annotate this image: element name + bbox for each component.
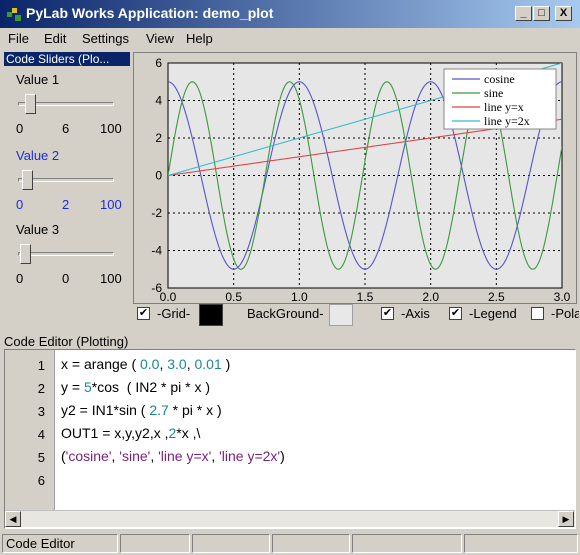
menu-help[interactable]: Help xyxy=(186,31,213,46)
maximize-button[interactable]: □ xyxy=(533,6,550,21)
horizontal-scrollbar[interactable]: ◀ ▶ xyxy=(5,510,575,527)
status-panel-6 xyxy=(464,534,578,553)
app-icon xyxy=(7,8,21,21)
code-token: ) xyxy=(221,356,231,372)
code-token: 0.01 xyxy=(194,356,222,372)
menu-file[interactable]: File xyxy=(8,31,29,46)
code-token: 5 xyxy=(83,379,92,395)
code-line[interactable]: y2 = IN1*sin ( 2.7 * pi * x ) xyxy=(61,402,222,418)
legend-entry: sine xyxy=(484,86,503,100)
code-line[interactable]: ('cosine', 'sine', 'line y=x', 'line y=2… xyxy=(61,448,285,464)
code-token: 3.0 xyxy=(167,356,187,372)
menu-settings[interactable]: Settings xyxy=(82,31,129,46)
background-color-swatch-2[interactable] xyxy=(329,304,353,326)
legend-entry: cosine xyxy=(484,72,515,86)
minimize-button[interactable]: _ xyxy=(515,6,532,21)
y-tick-label: -6 xyxy=(151,281,162,295)
code-area[interactable]: x = arange ( 0.0, 3.0, 0.01 ) y = 5*cos (… xyxy=(5,350,575,510)
code-line[interactable]: y = 5*cos ( IN2 * pi * x ) xyxy=(61,379,210,395)
code-token: *x ,\ xyxy=(176,425,201,441)
status-panel-4 xyxy=(272,534,350,553)
menu-view[interactable]: View xyxy=(146,31,174,46)
plot-controls: ✔ -Grid- BackGround- ✔ -Axis ✔ -Legend -… xyxy=(133,302,579,328)
code-editor[interactable]: 123456 x = arange ( 0.0, 3.0, 0.01 ) y = … xyxy=(4,349,576,529)
slider-1-max: 100 xyxy=(100,121,122,136)
code-token: *cos ( IN2 * pi * x ) xyxy=(91,379,211,395)
code-token: * pi * x ) xyxy=(168,402,222,418)
title-bar: PyLab Works Application: demo_plot _ □ X xyxy=(0,0,580,28)
polar-label: -Polar xyxy=(551,306,579,321)
axis-checkbox[interactable]: ✔ xyxy=(381,307,394,320)
code-token: , xyxy=(150,448,159,464)
line-chart: 0.0 0.5 1.0 1.5 2.0 2.5 3.06420-2-4-6cosinesin… xyxy=(151,56,570,303)
status-panel-2 xyxy=(120,534,190,553)
slider-3-track[interactable] xyxy=(18,252,114,256)
background-label: BackGround- xyxy=(247,306,324,321)
code-token: 'cosine' xyxy=(65,448,112,464)
slider-1-label: Value 1 xyxy=(16,72,60,87)
slider-2-label: Value 2 xyxy=(16,148,60,163)
y-tick-label: 4 xyxy=(155,94,162,108)
slider-3-min: 0 xyxy=(16,271,24,286)
close-button[interactable]: X xyxy=(555,6,572,21)
code-token: y = xyxy=(61,379,84,395)
y-tick-label: -4 xyxy=(151,244,162,258)
legend-label: -Legend xyxy=(469,306,517,321)
code-token: , xyxy=(211,448,220,464)
code-token: , xyxy=(186,356,195,372)
slider-3-max: 100 xyxy=(100,271,122,286)
code-token: 2.7 xyxy=(149,402,169,418)
status-panel-3 xyxy=(192,534,270,553)
code-token: x = arange ( xyxy=(61,356,140,372)
code-token: OUT1 = x,y,y2,x , xyxy=(61,425,169,441)
slider-2-value: 2 xyxy=(62,197,70,212)
legend-checkbox[interactable]: ✔ xyxy=(449,307,462,320)
background-color-swatch[interactable] xyxy=(199,304,223,326)
window-title: PyLab Works Application: demo_plot xyxy=(26,5,274,21)
polar-checkbox[interactable] xyxy=(531,307,544,320)
legend-entry: line y=x xyxy=(484,100,524,114)
code-line[interactable]: x = arange ( 0.0, 3.0, 0.01 ) xyxy=(61,356,230,372)
axis-label: -Axis xyxy=(401,306,430,321)
code-token: 'line y=x' xyxy=(158,448,212,464)
menu-edit[interactable]: Edit xyxy=(44,31,66,46)
code-sliders-panel: Code Sliders (Plo... Value 1 0 6 100 Val… xyxy=(4,52,130,334)
grid-checkbox[interactable]: ✔ xyxy=(137,307,150,320)
sliders-panel-header: Code Sliders (Plo... xyxy=(4,52,130,66)
slider-3-thumb[interactable] xyxy=(20,244,31,264)
code-token: y2 = IN1*sin ( xyxy=(61,402,150,418)
status-bar: Code Editor xyxy=(0,532,580,555)
y-tick-label: -2 xyxy=(151,206,162,220)
code-token: 0.0 xyxy=(140,356,160,372)
y-tick-label: 6 xyxy=(155,56,162,70)
status-panel-5 xyxy=(352,534,462,553)
code-token: ) xyxy=(280,448,285,464)
code-editor-title: Code Editor (Plotting) xyxy=(4,334,129,349)
code-token: 'sine' xyxy=(119,448,151,464)
status-text: Code Editor xyxy=(2,534,118,553)
slider-1-min: 0 xyxy=(16,121,24,136)
slider-1-value: 6 xyxy=(62,121,70,136)
grid-label: -Grid- xyxy=(157,306,191,321)
slider-2-max: 100 xyxy=(100,197,122,212)
scroll-left-icon[interactable]: ◀ xyxy=(5,511,21,527)
y-tick-label: 2 xyxy=(155,131,162,145)
y-tick-label: 0 xyxy=(155,169,162,183)
slider-2-min: 0 xyxy=(16,197,24,212)
menu-bar: File Edit Settings View Help xyxy=(0,28,580,50)
code-line[interactable]: OUT1 = x,y,y2,x ,2*x ,\ xyxy=(61,425,200,441)
slider-3-value: 0 xyxy=(62,271,70,286)
slider-2-thumb[interactable] xyxy=(21,170,33,190)
scroll-right-icon[interactable]: ▶ xyxy=(558,511,574,527)
legend-entry: line y=2x xyxy=(484,114,530,128)
slider-3-label: Value 3 xyxy=(16,222,60,237)
slider-1-thumb[interactable] xyxy=(25,94,37,114)
plot-panel: 0.0 0.5 1.0 1.5 2.0 2.5 3.0 6 4 2 0 -2 -4 -6 cosine sin… xyxy=(133,52,577,304)
code-token: 'line y=2x' xyxy=(219,448,281,464)
